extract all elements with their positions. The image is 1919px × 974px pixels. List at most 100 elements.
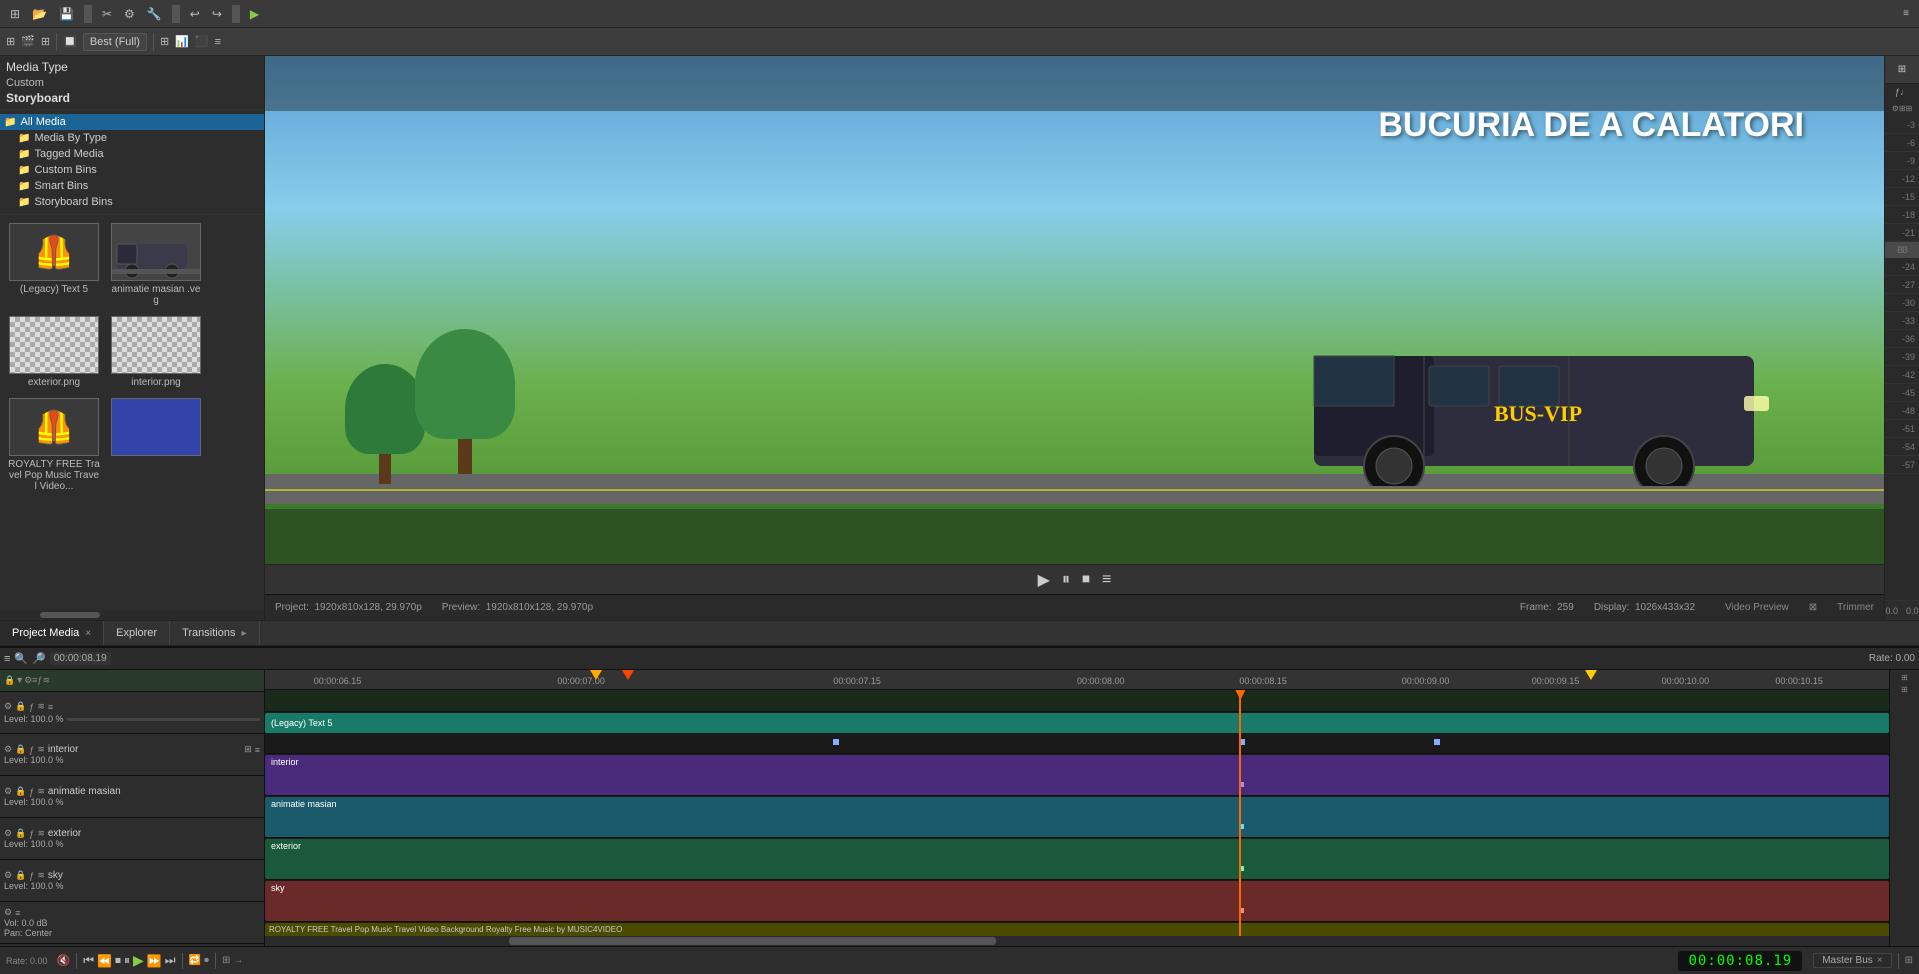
media-item-van[interactable]: animatie masian .veg — [106, 219, 206, 310]
open-btn[interactable]: 📂 — [28, 5, 51, 23]
th3-name: animatie masian — [48, 786, 121, 797]
master-bus-close[interactable]: × — [1877, 955, 1883, 966]
record-btn[interactable]: ⏺ — [204, 955, 209, 966]
frame-info: Frame: 259 Display: 1026x433x32 — [1520, 602, 1695, 613]
th4-level: Level: 100.0 % — [4, 839, 260, 849]
transport-ff-btn[interactable]: ⏩ — [147, 954, 162, 968]
track-body-0 — [265, 690, 1889, 712]
new-btn[interactable]: ⊞ — [6, 5, 24, 23]
tab-transitions[interactable]: Transitions ▸ — [170, 621, 259, 645]
track-body-5[interactable]: sky — [265, 880, 1889, 922]
settings-btn[interactable]: ⚙ — [120, 5, 139, 23]
zoom-in-btn[interactable]: ⊞ — [6, 35, 15, 48]
tab-project-media[interactable]: Project Media × — [0, 621, 104, 645]
track-body-6[interactable]: ROYALTY FREE Travel Pop Music Travel Vid… — [265, 922, 1889, 936]
transport-settings-btn[interactable]: ⊞ — [1905, 955, 1913, 966]
timeline-content: 🔒▼⚙≡ƒ≋ ⚙🔒ƒ≋≡ Level: 100.0 % — [0, 670, 1919, 946]
timeline-zoom-out[interactable]: 🔍 — [14, 652, 28, 665]
vp-close[interactable]: ⊠ — [1809, 602, 1817, 613]
track-body-3[interactable]: animatie masian — [265, 796, 1889, 838]
sep-tr1 — [76, 953, 77, 969]
ruler-n-39: -39 — [1885, 348, 1919, 366]
snap-btn[interactable]: 🔲 — [63, 35, 77, 48]
overlay-btn[interactable]: ≡ — [215, 36, 221, 48]
preview-stop-btn[interactable]: ⏹ — [1082, 571, 1090, 589]
clip-sky[interactable]: sky — [265, 881, 1889, 921]
th6-pan: Pan: Center — [4, 928, 260, 938]
out-marker — [622, 670, 634, 680]
render-quality-select[interactable]: Best (Full) — [83, 33, 147, 51]
media-item-music[interactable]: 🦺 ROYALTY FREE Travel Pop Music Travel V… — [4, 394, 104, 496]
tab-project-media-close[interactable]: × — [85, 628, 91, 639]
tree-smart-bins[interactable]: 📁 Smart Bins — [0, 178, 264, 194]
tr-btn-1[interactable]: ⊞ — [1900, 672, 1909, 683]
tree-all-media[interactable]: 📁 All Media — [0, 114, 264, 130]
tree-custom-bins[interactable]: 📁 Custom Bins — [0, 162, 264, 178]
save-btn[interactable]: 💾 — [55, 5, 78, 23]
timeline-ruler[interactable]: 00:00:06.15 00:00:07.00 00:00:07.15 00:0… — [265, 670, 1889, 690]
preview-play-btn[interactable]: ▶ — [1038, 570, 1050, 590]
grid-btn[interactable]: ⊞ — [41, 35, 50, 48]
redo-btn[interactable]: ↪ — [208, 5, 226, 23]
clip-animatie[interactable]: animatie masian — [265, 797, 1889, 837]
media-items-scroll[interactable]: 🦺 (Legacy) Text 5 — [0, 215, 264, 610]
cut-btn[interactable]: ✂ — [98, 5, 116, 23]
tree-media-by-type[interactable]: 📁 Media By Type — [0, 130, 264, 146]
media-hscroll[interactable] — [0, 610, 264, 620]
transport-prev-btn[interactable]: ⏪ — [97, 954, 112, 968]
tools-btn[interactable]: 🔧 — [143, 5, 166, 23]
rate-label: Rate: 0.00 — [1869, 653, 1915, 664]
media-item-blue[interactable] — [106, 394, 206, 496]
timeline-zoom-in[interactable]: 🔎 — [32, 652, 46, 665]
app-menu[interactable]: ≡ — [1899, 6, 1913, 21]
render-btn[interactable]: ▶ — [246, 5, 263, 23]
ruler-n-33: -33 — [1885, 312, 1919, 330]
preview-toolbar: ⊞ 🎬 ⊞ 🔲 Best (Full) ⊞ 📊 ⬛ ≡ — [0, 28, 1919, 56]
media-thumb-van — [111, 223, 201, 281]
undo-btn[interactable]: ↩ — [186, 5, 204, 23]
level-slider-1[interactable] — [67, 718, 260, 721]
preview-pause-btn[interactable]: ⏸ — [1062, 571, 1070, 589]
clip-text5[interactable]: (Legacy) Text 5 — [265, 713, 1889, 733]
waveform-btn[interactable]: 📊 — [175, 35, 189, 48]
th5-name: sky — [48, 870, 63, 881]
clip-interior[interactable]: interior — [265, 755, 1889, 795]
tr-btn-2[interactable]: ⊞ — [1900, 684, 1909, 695]
transport-pause-btn[interactable]: ⏸ — [124, 953, 130, 968]
preview-settings-btn[interactable]: 🎬 — [21, 35, 35, 48]
top-toolbar: ⊞ 📂 💾 ✂ ⚙ 🔧 ↩ ↪ ▶ ≡ — [0, 0, 1919, 28]
trimmer-link[interactable]: Video Preview — [1725, 602, 1789, 613]
media-thumb-music: 🦺 — [9, 398, 99, 456]
media-thumb-exterior — [9, 316, 99, 374]
view-toggle-btn[interactable]: ⊞ — [160, 35, 169, 48]
tree-storyboard-bins[interactable]: 📁 Storyboard Bins — [0, 194, 264, 210]
track-bodies-area: 00:00:06.15 00:00:07.00 00:00:07.15 00:0… — [265, 670, 1889, 946]
track-body-2[interactable]: interior — [265, 754, 1889, 796]
timeline-menu-btn[interactable]: ≡ — [4, 653, 10, 665]
transport-stop-btn[interactable]: ⏹ — [115, 953, 121, 968]
loop-btn[interactable]: 🔁 — [189, 955, 201, 966]
transport-volume-btn[interactable]: 🔇 — [57, 954, 71, 967]
transport-play-btn[interactable]: ▶ — [133, 952, 144, 969]
track-body-4[interactable]: exterior — [265, 838, 1889, 880]
tree-tagged-media[interactable]: 📁 Tagged Media — [0, 146, 264, 162]
frame-label-span: Frame: 259 — [1520, 602, 1574, 613]
auto-scroll-btn[interactable]: → — [233, 955, 243, 966]
track-body-1[interactable]: (Legacy) Text 5 — [265, 712, 1889, 754]
clip-audio-label[interactable]: ROYALTY FREE Travel Pop Music Travel Vid… — [265, 923, 1889, 936]
media-item-exterior[interactable]: exterior.png — [4, 312, 104, 392]
storyboard-label: Storyboard — [0, 90, 264, 109]
tab-explorer[interactable]: Explorer — [104, 621, 170, 645]
clip-exterior[interactable]: exterior — [265, 839, 1889, 879]
db-val-right: 0.0 — [1906, 606, 1919, 616]
snap-grid-btn[interactable]: ⊞ — [222, 955, 230, 966]
keyframe-i1 — [1239, 782, 1244, 787]
media-item-text5[interactable]: 🦺 (Legacy) Text 5 — [4, 219, 104, 310]
transport-end-btn[interactable]: ⏭ — [165, 953, 176, 968]
transport-rewind-btn[interactable]: ⏮ — [83, 953, 94, 968]
fullscreen-btn[interactable]: ⬛ — [195, 35, 209, 48]
media-item-interior[interactable]: interior.png — [106, 312, 206, 392]
preview-menu-btn[interactable]: ≡ — [1102, 571, 1111, 589]
timeline-hscroll[interactable] — [265, 936, 1889, 946]
keyframe-a1 — [1239, 824, 1244, 829]
